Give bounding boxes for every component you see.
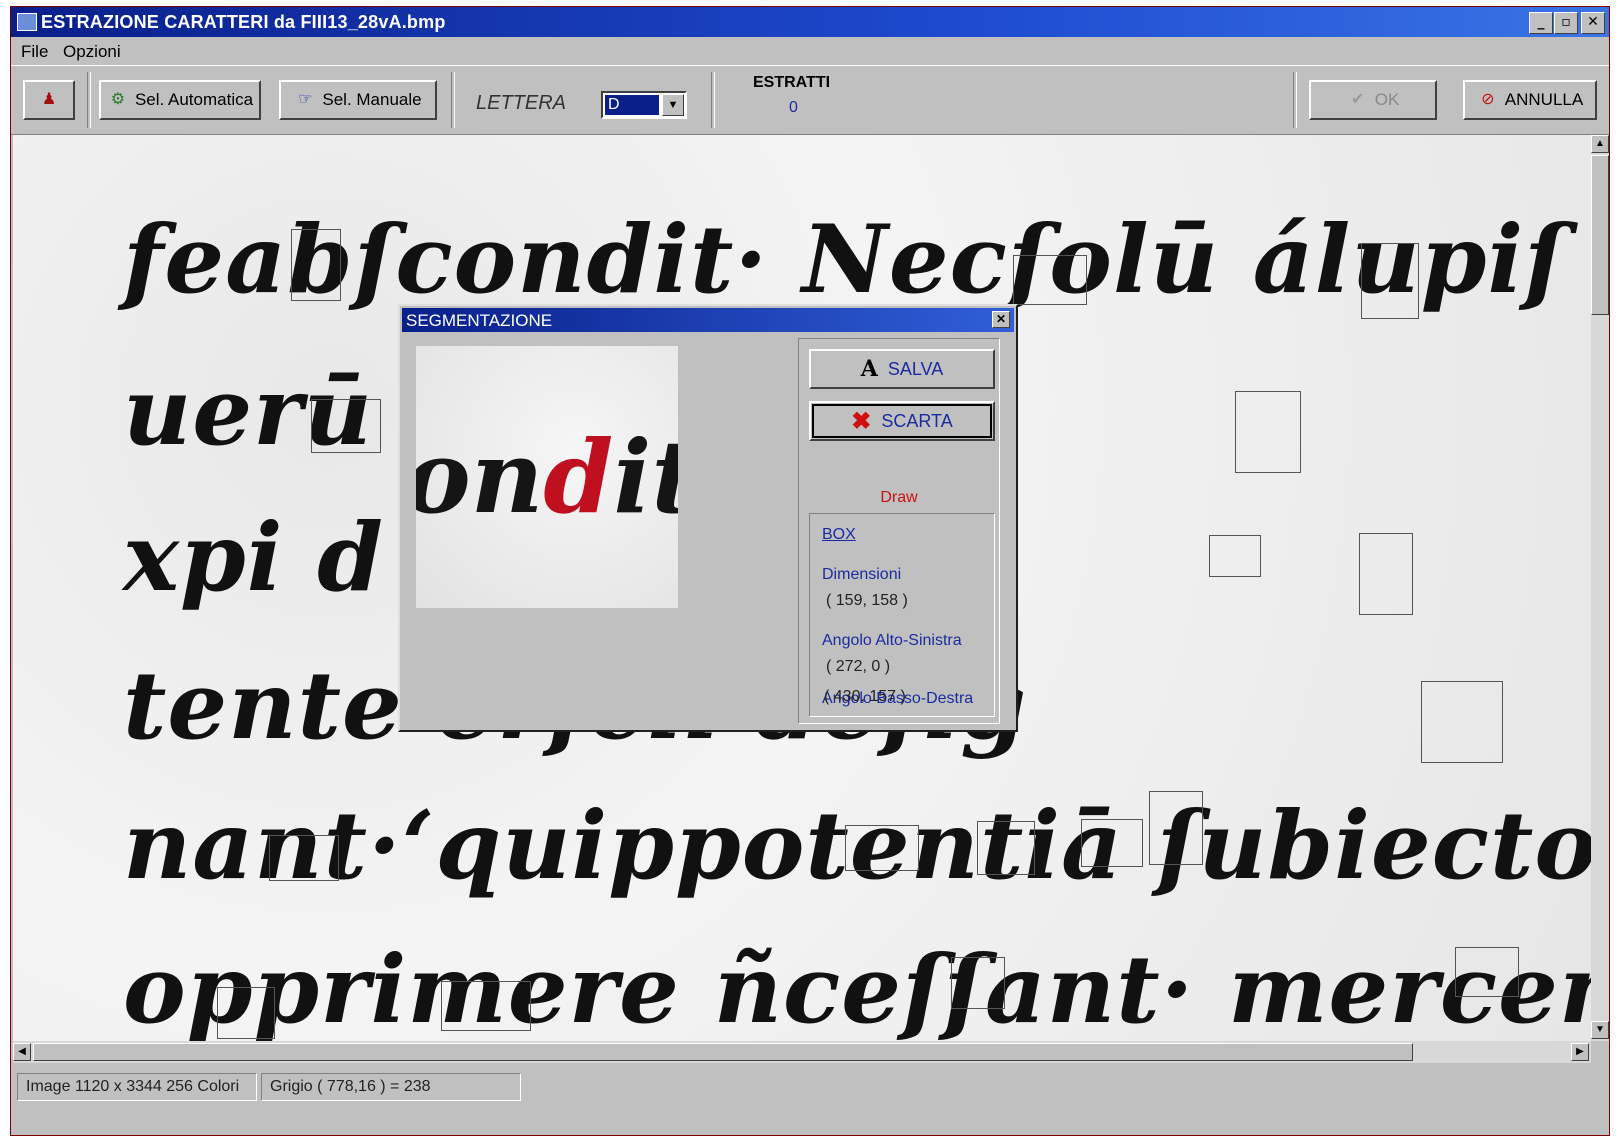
extracted-char-box[interactable]	[291, 229, 341, 301]
scarta-label: SCARTA	[881, 410, 953, 431]
lettera-value: D	[605, 95, 659, 115]
chevron-down-icon[interactable]: ▼	[662, 94, 684, 116]
draw-label: Draw	[880, 489, 918, 506]
title-bar: ESTRAZIONE CARATTERI da FIII13_28vA.bmp …	[11, 7, 1609, 37]
scarta-button[interactable]: ✖ SCARTA	[809, 401, 995, 441]
lettera-select[interactable]: D ▼	[601, 91, 687, 119]
menu-opzioni[interactable]: Opzioni	[63, 42, 121, 62]
annulla-label: ANNULLA	[1504, 90, 1584, 109]
extracted-char-box[interactable]	[1455, 947, 1519, 997]
box-info-panel: BOX Dimensioni ( 159, 158 ) Angolo Alto-…	[809, 513, 995, 717]
horizontal-scrollbar[interactable]: ◀ ▶	[13, 1041, 1591, 1063]
extracted-char-box[interactable]	[1361, 243, 1419, 319]
extracted-char-box[interactable]	[217, 987, 275, 1039]
extracted-char-box[interactable]	[1013, 255, 1087, 305]
scroll-down-icon[interactable]: ▼	[1591, 1021, 1609, 1039]
alto-sinistra-value: ( 272, 0 )	[826, 658, 891, 675]
toolbar-separator	[711, 72, 715, 128]
toolbar-separator	[1293, 72, 1297, 128]
segment-preview: ondit·	[416, 346, 678, 608]
salva-button[interactable]: A SALVA	[809, 349, 995, 389]
dialog-side-panel: A SALVA ✖ SCARTA Draw BOX Dimensioni ( 1…	[798, 338, 1000, 724]
menu-file[interactable]: File	[21, 42, 48, 62]
extracted-char-box[interactable]	[1081, 819, 1143, 867]
window-title: ESTRAZIONE CARATTERI da FIII13_28vA.bmp	[41, 12, 446, 32]
toolbar: ♟ ⚙ Sel. Automatica ☞ Sel. Manuale LETTE…	[11, 65, 1609, 135]
sel-automatica-label: Sel. Automatica	[134, 90, 254, 109]
toolbar-separator	[451, 72, 455, 128]
estratti-label: ESTRATTI	[753, 74, 831, 91]
toolbar-separator	[87, 72, 91, 128]
preview-text: ondit·	[416, 418, 678, 536]
highlighted-letter: d	[543, 418, 614, 536]
status-bar: Image 1120 x 3344 256 Colori Grigio ( 77…	[11, 1065, 1609, 1133]
segmentazione-dialog: SEGMENTAZIONE ✕ ondit· A SALVA ✖ SCARTA …	[398, 304, 1018, 732]
preview-text-before: on	[416, 418, 544, 536]
extracted-char-box[interactable]	[441, 981, 531, 1031]
extracted-char-box[interactable]	[1209, 535, 1261, 577]
annulla-button[interactable]: ⊘ ANNULLA	[1463, 80, 1597, 120]
extracted-char-box[interactable]	[1421, 681, 1503, 763]
sel-manuale-label: Sel. Manuale	[322, 90, 422, 109]
auto-select-icon: ⚙	[110, 91, 126, 108]
dialog-title-bar: SEGMENTAZIONE ✕	[402, 308, 1014, 332]
extracted-char-box[interactable]	[1359, 533, 1413, 615]
close-button[interactable]: ✕	[1581, 12, 1605, 34]
estratti-count: 0	[789, 99, 798, 116]
letter-a-icon: A	[860, 356, 878, 382]
pixel-info: Grigio ( 778,16 ) = 238	[261, 1073, 521, 1101]
ok-icon: ✔	[1351, 91, 1365, 108]
dialog-title: SEGMENTAZIONE	[406, 311, 553, 330]
manuscript-line: opprimere ñceſſant· mercen	[123, 935, 1591, 1041]
close-icon[interactable]: ✕	[992, 311, 1010, 328]
maximize-button[interactable]: ▫	[1554, 12, 1578, 34]
extracted-char-box[interactable]	[1235, 391, 1301, 473]
scroll-right-icon[interactable]: ▶	[1571, 1043, 1589, 1061]
extracted-char-box[interactable]	[311, 399, 381, 453]
scroll-left-icon[interactable]: ◀	[13, 1043, 31, 1061]
sel-automatica-button[interactable]: ⚙ Sel. Automatica	[99, 80, 261, 120]
sel-manuale-button[interactable]: ☞ Sel. Manuale	[279, 80, 437, 120]
extracted-char-box[interactable]	[269, 835, 339, 881]
extracted-char-box[interactable]	[977, 821, 1035, 875]
person-tool-icon: ♟	[41, 91, 57, 108]
extracted-char-box[interactable]	[951, 957, 1005, 1009]
cancel-icon: ⊘	[1481, 91, 1495, 108]
alto-sinistra-label: Angolo Alto-Sinistra	[822, 632, 962, 649]
extracted-char-box[interactable]	[845, 825, 919, 871]
preview-text-after: it·	[613, 418, 678, 536]
scroll-up-icon[interactable]: ▲	[1591, 135, 1609, 153]
menu-bar: File Opzioni	[11, 37, 1609, 65]
salva-label: SALVA	[887, 358, 944, 379]
ok-label: OK	[1374, 90, 1400, 109]
horizontal-scroll-thumb[interactable]	[33, 1043, 1413, 1061]
app-icon	[17, 13, 37, 31]
ok-button[interactable]: ✔ OK	[1309, 80, 1437, 120]
extracted-char-box[interactable]	[1149, 791, 1203, 865]
manual-select-icon: ☞	[298, 91, 313, 108]
vertical-scrollbar[interactable]: ▲ ▼	[1591, 135, 1609, 1041]
red-x-icon: ✖	[851, 407, 872, 435]
basso-destra-value: ( 430, 157 )	[824, 688, 906, 705]
lettera-label: LETTERA	[476, 92, 567, 114]
vertical-scroll-thumb[interactable]	[1591, 155, 1609, 315]
box-link[interactable]: BOX	[822, 526, 856, 544]
image-info: Image 1120 x 3344 256 Colori	[17, 1073, 257, 1101]
tool-button[interactable]: ♟	[23, 80, 75, 120]
dimensioni-value: ( 159, 158 )	[826, 592, 908, 609]
dimensioni-label: Dimensioni	[822, 566, 902, 583]
minimize-button[interactable]: _	[1529, 12, 1553, 34]
